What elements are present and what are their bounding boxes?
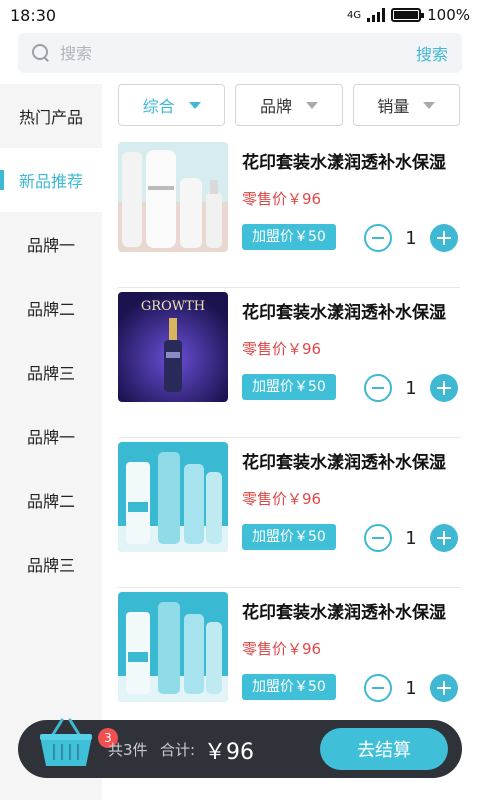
- plus-icon[interactable]: [430, 374, 458, 402]
- status-indicators: 4G 100%: [347, 6, 470, 24]
- product-name: 花印套装水漾润透补水保湿: [242, 453, 446, 473]
- battery-icon: [391, 8, 425, 22]
- sidebar-item-new[interactable]: 新品推荐: [0, 148, 102, 212]
- plus-icon[interactable]: [430, 224, 458, 252]
- sidebar-item-brand-1[interactable]: 品牌一: [0, 212, 102, 276]
- sidebar-item-hot[interactable]: 热门产品: [0, 84, 102, 148]
- filter-label: 销量: [377, 97, 410, 116]
- product-image-graphic: [118, 442, 228, 552]
- product-name: 花印套装水漾润透补水保湿: [242, 153, 446, 173]
- join-price-badge: 加盟价￥50: [242, 674, 336, 700]
- search-input[interactable]: [60, 43, 416, 63]
- signal-icon: [367, 8, 386, 22]
- product-list: 花印套装水漾润透补水保湿 零售价￥96 加盟价￥50 1 GROWTH 花印套装…: [118, 140, 460, 740]
- quantity-stepper: 1: [364, 224, 458, 252]
- product-item[interactable]: 花印套装水漾润透补水保湿 零售价￥96 加盟价￥50 1: [118, 440, 460, 588]
- minus-icon[interactable]: [364, 374, 392, 402]
- sidebar-item-brand-3[interactable]: 品牌三: [0, 340, 102, 404]
- caret-down-icon: [306, 101, 318, 109]
- retail-price: 零售价￥96: [242, 490, 322, 508]
- checkout-button[interactable]: 去结算: [320, 728, 448, 770]
- growth-image-text: GROWTH: [141, 299, 205, 314]
- filter-bar: 综合 品牌 销量: [118, 84, 460, 126]
- quantity-stepper: 1: [364, 374, 458, 402]
- product-image-graphic: [118, 592, 228, 702]
- status-time: 18:30: [10, 5, 57, 25]
- quantity-stepper: 1: [364, 524, 458, 552]
- minus-icon[interactable]: [364, 524, 392, 552]
- battery-level: 100%: [427, 6, 470, 24]
- retail-price: 零售价￥96: [242, 640, 322, 658]
- aqua-skincare-set-image[interactable]: [118, 442, 228, 552]
- plus-icon[interactable]: [430, 674, 458, 702]
- join-price-badge: 加盟价￥50: [242, 524, 336, 550]
- brand-cream-bottles-image[interactable]: [118, 142, 228, 252]
- growth-serum-image[interactable]: GROWTH: [118, 292, 228, 402]
- status-bar: 18:30 4G 100%: [0, 0, 480, 30]
- network-label: 4G: [346, 9, 362, 21]
- cart-total: ￥96: [204, 740, 254, 765]
- cart-item-count: 共3件: [108, 741, 148, 759]
- search-icon: [32, 44, 50, 62]
- quantity-value: 1: [405, 227, 417, 249]
- product-image-graphic: GROWTH: [118, 292, 228, 402]
- caret-down-icon: [188, 101, 201, 109]
- join-price-badge: 加盟价￥50: [242, 374, 336, 400]
- product-item[interactable]: 花印套装水漾润透补水保湿 零售价￥96 加盟价￥50 1: [118, 590, 460, 738]
- product-item[interactable]: GROWTH 花印套装水漾润透补水保湿 零售价￥96 加盟价￥50 1: [118, 290, 460, 438]
- cart-bar: 3 共3件 合计: ￥96 去结算: [18, 718, 462, 778]
- product-item[interactable]: 花印套装水漾润透补水保湿 零售价￥96 加盟价￥50 1: [118, 140, 460, 288]
- product-name: 花印套装水漾润透补水保湿: [242, 303, 446, 323]
- quantity-value: 1: [405, 377, 417, 399]
- filter-brand[interactable]: 品牌: [235, 84, 343, 126]
- product-image-graphic: [118, 142, 228, 252]
- retail-price: 零售价￥96: [242, 340, 322, 358]
- quantity-value: 1: [405, 527, 417, 549]
- sidebar-item-brand-1b[interactable]: 品牌一: [0, 404, 102, 468]
- product-name: 花印套装水漾润透补水保湿: [242, 603, 446, 623]
- category-sidebar: 热门产品 新品推荐 品牌一 品牌二 品牌三 品牌一 品牌二 品牌三: [0, 84, 102, 800]
- sidebar-item-brand-3b[interactable]: 品牌三: [0, 532, 102, 596]
- caret-down-icon: [423, 101, 436, 109]
- filter-label: 品牌: [259, 97, 292, 116]
- minus-icon[interactable]: [364, 224, 392, 252]
- minus-icon[interactable]: [364, 674, 392, 702]
- filter-overall[interactable]: 综合: [118, 84, 226, 126]
- sidebar-item-brand-2b[interactable]: 品牌二: [0, 468, 102, 532]
- plus-icon[interactable]: [430, 524, 458, 552]
- quantity-stepper: 1: [364, 674, 458, 702]
- filter-sales[interactable]: 销量: [352, 84, 460, 126]
- basket-icon[interactable]: [36, 714, 96, 770]
- search-bar: 搜索: [18, 33, 462, 73]
- cart-total-label: 合计:: [160, 741, 196, 759]
- sidebar-item-brand-2[interactable]: 品牌二: [0, 276, 102, 340]
- retail-price: 零售价￥96: [242, 190, 322, 208]
- join-price-badge: 加盟价￥50: [242, 224, 336, 250]
- aqua-skincare-set-image[interactable]: [118, 592, 228, 702]
- filter-label: 综合: [142, 97, 175, 116]
- search-button[interactable]: 搜索: [416, 41, 448, 65]
- quantity-value: 1: [405, 677, 417, 699]
